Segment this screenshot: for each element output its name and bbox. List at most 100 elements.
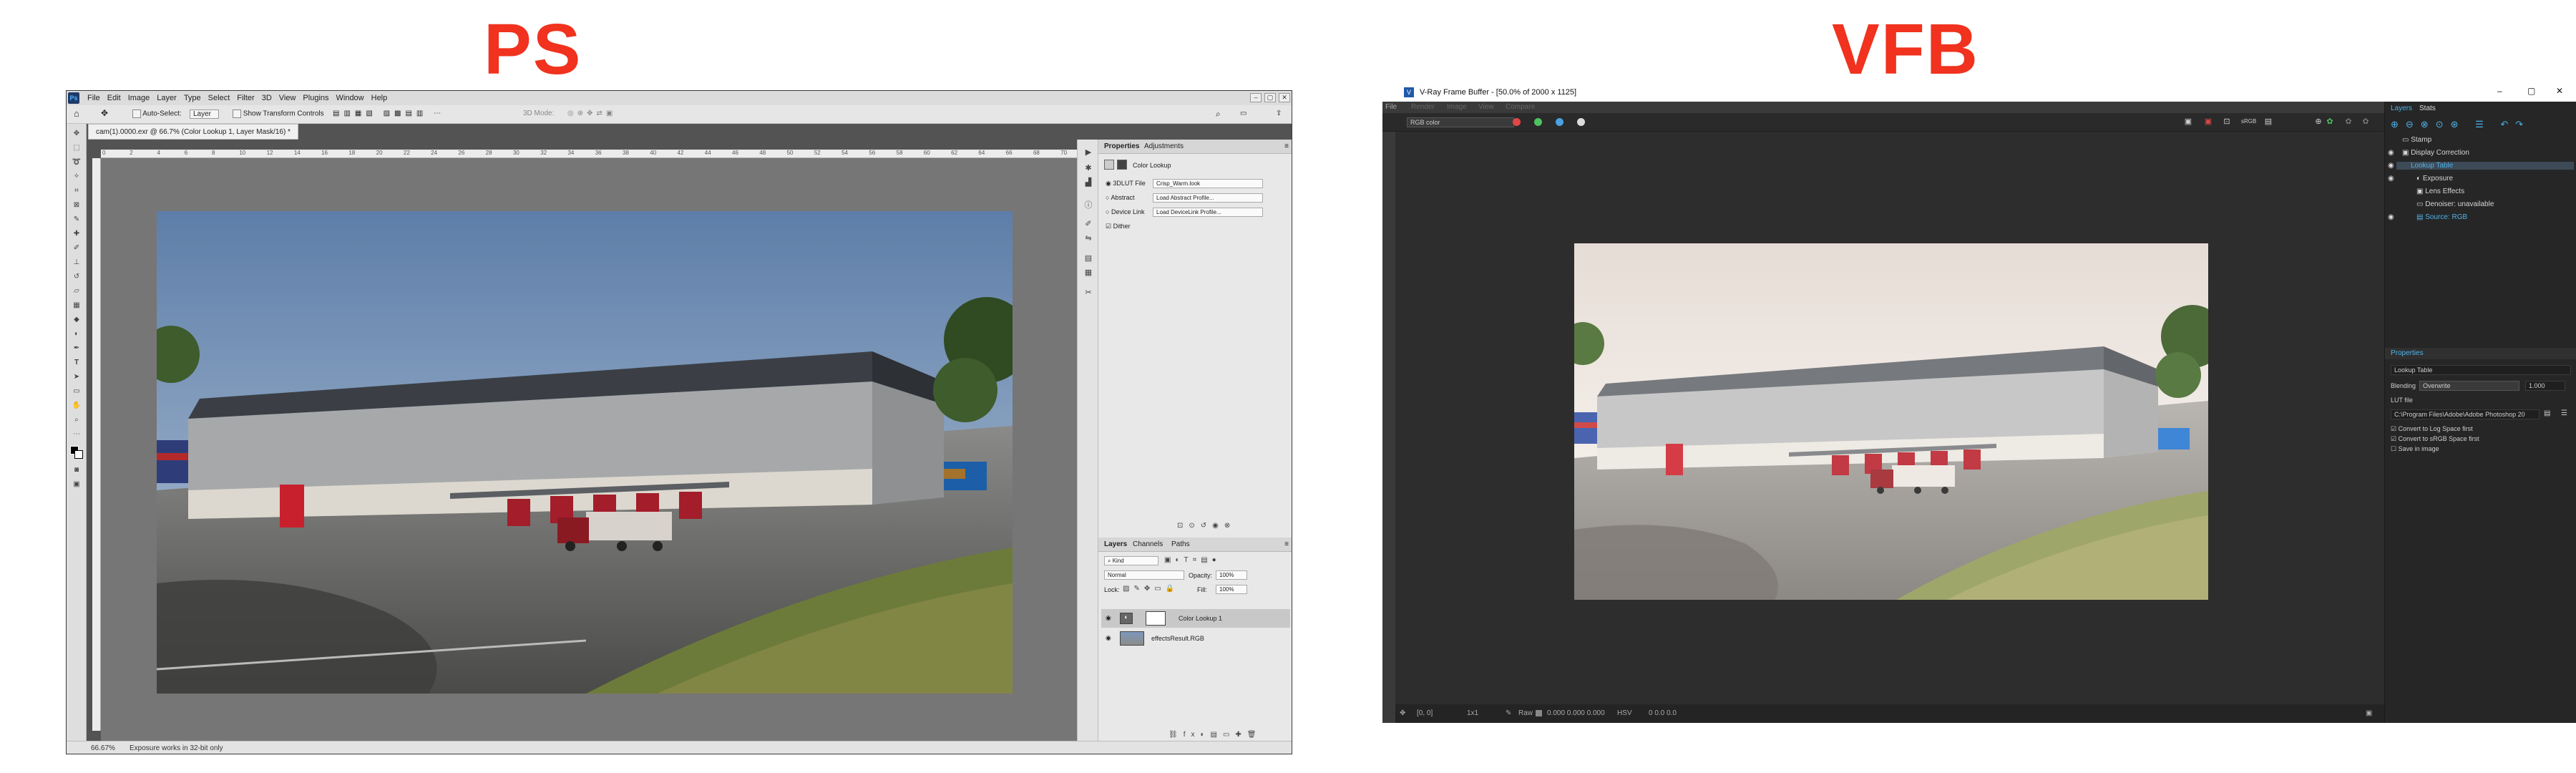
menu-window[interactable]: Window: [333, 94, 368, 102]
document-tab[interactable]: cam(1).0000.exr @ 66.7% (Color Lookup 1,…: [88, 124, 298, 140]
green-channel-toggle[interactable]: [1534, 118, 1542, 126]
stop-render-icon[interactable]: ✿: [2343, 117, 2354, 127]
bit-mode-select[interactable]: 1x1: [1467, 709, 1478, 717]
layer-lens-effects[interactable]: ▣ Lens Effects: [2416, 188, 2464, 195]
lut-menu-icon[interactable]: ☰: [2561, 409, 2567, 417]
auto-select-dropdown[interactable]: Layer: [190, 110, 220, 119]
close-button[interactable]: ✕: [1279, 93, 1290, 102]
eyedropper-icon[interactable]: ✎: [1506, 709, 1511, 717]
library-icon[interactable]: ▤: [1083, 254, 1093, 263]
blending-select[interactable]: Overwrite: [2419, 381, 2519, 391]
panel-menu-icon[interactable]: ≡: [1284, 540, 1289, 548]
zoom-level[interactable]: 66.67%: [91, 744, 115, 752]
blending-amount[interactable]: 1.000: [2525, 381, 2565, 391]
srgb-icon[interactable]: sRGB: [2241, 117, 2256, 127]
alpha-channel-toggle[interactable]: [1577, 118, 1585, 126]
abstract-profile-select[interactable]: Load Abstract Profile...: [1153, 193, 1263, 203]
path-select-icon[interactable]: ➤: [72, 373, 82, 381]
quick-mask-icon[interactable]: ◙: [72, 466, 82, 475]
move-tool-icon[interactable]: ✥: [101, 108, 108, 118]
device-link-radio[interactable]: ○: [1106, 208, 1109, 215]
more-tools-icon[interactable]: ⋯: [72, 430, 82, 439]
show-transform-checkbox[interactable]: [233, 110, 241, 118]
close-button[interactable]: ✕: [2556, 86, 2563, 96]
brush-settings-icon[interactable]: ✐: [1083, 220, 1093, 228]
mask-icon[interactable]: [1117, 160, 1127, 170]
stamp-tool-icon[interactable]: ⊥: [72, 258, 82, 267]
maximize-button[interactable]: ▢: [1264, 93, 1276, 102]
visibility-eye-icon[interactable]: ◉: [2388, 175, 2394, 183]
device-link-select[interactable]: Load DeviceLink Profile...: [1153, 208, 1263, 217]
screen-mode-icon[interactable]: ▣: [72, 480, 82, 489]
minimize-button[interactable]: –: [2497, 86, 2502, 96]
eraser-tool-icon[interactable]: ▱: [72, 287, 82, 296]
tab-paths[interactable]: Paths: [1171, 540, 1190, 548]
dither-checkbox[interactable]: ☑: [1106, 223, 1111, 230]
healing-brush-icon[interactable]: ✚: [72, 230, 82, 238]
vfb-image-view[interactable]: [1395, 132, 2384, 704]
layer-lookup-table[interactable]: ◉ Lookup Table: [2388, 162, 2574, 170]
tab-stats[interactable]: Stats: [2419, 104, 2436, 112]
comments-icon[interactable]: ▦: [1083, 268, 1093, 277]
background-color-swatch[interactable]: [74, 450, 83, 459]
layer-row[interactable]: ◉ ◐ Color Lookup 1: [1101, 609, 1290, 628]
save-all-icon[interactable]: ▣: [2202, 117, 2214, 127]
canvas-area[interactable]: [101, 158, 1141, 741]
menu-image[interactable]: Image: [125, 94, 154, 102]
gradient-tool-icon[interactable]: ▦: [72, 301, 82, 310]
visibility-eye-icon[interactable]: ◉: [2388, 149, 2394, 157]
visibility-eye-icon[interactable]: ◉: [1106, 634, 1111, 642]
layer-display-correction[interactable]: ◉ ▣ Display Correction: [2388, 149, 2469, 157]
tools-icon[interactable]: ✂: [1083, 288, 1093, 297]
layer-source-rgb[interactable]: ◉ ▤ Source: RGB: [2388, 213, 2467, 221]
channel-select[interactable]: RGB color: [1407, 117, 1514, 127]
shape-tool-icon[interactable]: ▭: [72, 387, 82, 396]
srgb-space-checkbox[interactable]: ☑: [2391, 435, 2396, 442]
blue-channel-toggle[interactable]: [1556, 118, 1563, 126]
pan-icon[interactable]: ✥: [1400, 709, 1405, 717]
menu-filter[interactable]: Filter: [233, 94, 258, 102]
fill-input[interactable]: 100%: [1216, 585, 1247, 594]
brush-tool-icon[interactable]: ✐: [72, 244, 82, 253]
layer-denoiser[interactable]: ▭ Denoiser: unavailable: [2416, 200, 2494, 208]
menu-layer[interactable]: Layer: [153, 94, 180, 102]
layer-stamp[interactable]: ▭ Stamp: [2402, 136, 2431, 144]
clear-icon[interactable]: ⊡: [2221, 117, 2233, 127]
color-mode-select[interactable]: HSV: [1617, 709, 1632, 717]
crop-tool-icon[interactable]: ⌗: [72, 187, 82, 195]
pen-tool-icon[interactable]: ✒: [72, 344, 82, 353]
3dlut-radio[interactable]: ◉: [1106, 180, 1111, 187]
properties-icon[interactable]: ⇋: [1083, 234, 1093, 243]
blur-tool-icon[interactable]: ◆: [72, 316, 82, 324]
auto-select-checkbox[interactable]: [132, 110, 141, 118]
magic-wand-icon[interactable]: ✧: [72, 172, 82, 181]
lock-icons[interactable]: ▨✎✥▭🔒: [1123, 585, 1179, 593]
menu-file[interactable]: File: [84, 94, 104, 102]
tab-channels[interactable]: Channels: [1133, 540, 1163, 548]
lasso-tool-icon[interactable]: ➰: [72, 158, 82, 167]
tab-layers[interactable]: Layers: [1104, 540, 1127, 548]
layer-name-field[interactable]: Lookup Table: [2391, 365, 2571, 375]
menu-select[interactable]: Select: [205, 94, 234, 102]
menu-compare[interactable]: Compare: [1506, 103, 1535, 111]
visibility-eye-icon[interactable]: ◉: [1106, 614, 1111, 622]
lut-file-path[interactable]: C:\Program Files\Adobe\Adobe Photoshop 2…: [2391, 409, 2540, 419]
panel-toggle-icon[interactable]: ▣: [2366, 709, 2372, 717]
properties-footer-icons[interactable]: ⊡⊙↺◉⊗: [1177, 522, 1236, 530]
3dlut-file-select[interactable]: Crisp_Warm.look: [1153, 179, 1263, 188]
workspace-icon[interactable]: ▭: [1240, 110, 1246, 117]
play-icon[interactable]: ▶: [1083, 148, 1093, 157]
menu-edit[interactable]: Edit: [104, 94, 125, 102]
abstract-radio[interactable]: ○: [1106, 194, 1109, 201]
tab-properties[interactable]: Properties: [1104, 142, 1139, 150]
blend-mode-select[interactable]: Normal: [1104, 570, 1184, 580]
layer-filter-select[interactable]: ⌕ Kind: [1104, 556, 1158, 565]
align-icons[interactable]: ▤▥▦▧ ▨▩▤▥ ⋯: [333, 110, 445, 117]
dodge-tool-icon[interactable]: ◐: [72, 330, 82, 339]
marquee-tool-icon[interactable]: ⬚: [72, 144, 82, 152]
menu-render[interactable]: Render: [1411, 103, 1435, 111]
menu-help[interactable]: Help: [368, 94, 391, 102]
panel-menu-icon[interactable]: ≡: [1284, 142, 1289, 150]
visibility-eye-icon[interactable]: ◉: [2388, 213, 2394, 221]
menu-3d[interactable]: 3D: [258, 94, 275, 102]
